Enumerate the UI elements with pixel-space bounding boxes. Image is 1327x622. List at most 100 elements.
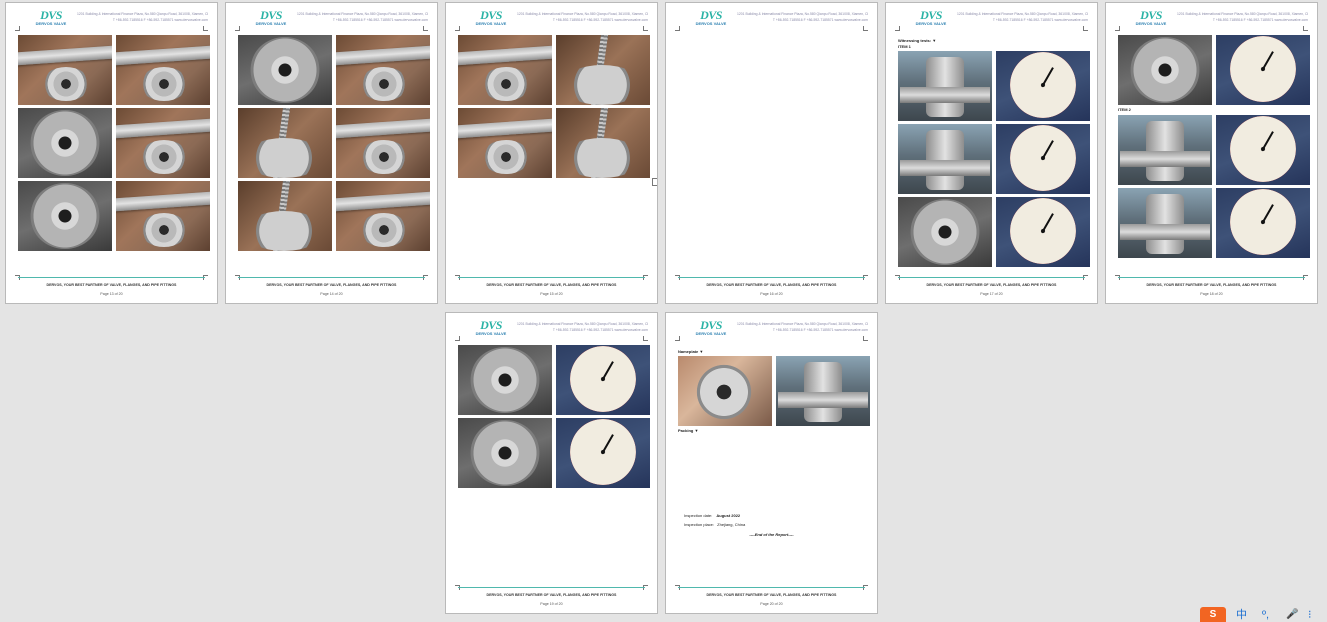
company-logo: DVS DERVOS VALVE <box>691 8 731 26</box>
pressure-gauge-photo <box>996 197 1090 267</box>
document-page[interactable]: DVS DERVOS VALVE 1201 Building & Interna… <box>5 2 218 304</box>
company-logo: DVS DERVOS VALVE <box>911 8 951 26</box>
inspection-photo <box>556 35 650 105</box>
item-label: ITEM 1 <box>898 44 911 49</box>
ime-language-toggle[interactable]: 中 <box>1236 608 1247 622</box>
section-heading: Nameplate ▼ <box>678 349 704 354</box>
margin-corner-mark <box>455 336 460 341</box>
page-number: Page 14 of 20 <box>320 292 343 296</box>
margin-corner-mark <box>235 26 240 31</box>
nameplate-photo <box>776 356 870 426</box>
ime-microphone-icon[interactable]: 🎤 <box>1286 608 1298 622</box>
page-number: Page 18 of 20 <box>1200 292 1223 296</box>
logo-mark: DVS <box>1140 8 1162 22</box>
footer-rule <box>18 277 205 278</box>
inspection-photo <box>18 108 112 178</box>
inspection-photo <box>458 35 552 105</box>
item-label: ITEM 2 <box>1118 107 1131 112</box>
margin-corner-mark <box>863 336 868 341</box>
page-number: Page 16 of 20 <box>760 292 783 296</box>
page-header: DVS DERVOS VALVE 1201 Building & Interna… <box>15 8 208 30</box>
margin-corner-mark <box>643 336 648 341</box>
logo-mark: DVS <box>920 8 942 22</box>
logo-subtitle: DERVOS VALVE <box>915 21 947 26</box>
document-page[interactable]: DVS DERVOS VALVE 1201 Building & Interna… <box>885 2 1098 304</box>
inspection-photo <box>238 35 332 105</box>
header-address: 1201 Building & International Finance Pl… <box>737 11 868 23</box>
margin-corner-mark <box>1303 26 1308 31</box>
page-header: DVS DERVOS VALVE 1201 Building & Interna… <box>675 8 868 30</box>
footer-text: DERVOS, YOUR BEST PARTNER OF VALVE, FLAN… <box>46 283 177 287</box>
pressure-gauge-photo <box>1216 115 1310 185</box>
header-contact-line: T +86-592-7185516 F +86-592-7185571 www.… <box>1212 18 1308 22</box>
end-of-report: ----End of the Report---- <box>749 532 794 537</box>
ime-more-icon[interactable]: ⁝ <box>1308 608 1312 622</box>
header-address: 1201 Building & International Finance Pl… <box>297 11 428 23</box>
section-heading: Witnessing tests: ▼ <box>898 38 937 43</box>
logo-mark: DVS <box>40 8 62 22</box>
page-number: Page 13 of 20 <box>100 292 123 296</box>
inspection-place-label: Inspection place: <box>684 522 715 527</box>
margin-corner-mark <box>675 26 680 31</box>
margin-corner-mark <box>1115 26 1120 31</box>
inspection-photo <box>556 108 650 178</box>
page-number: Page 15 of 20 <box>540 292 563 296</box>
company-logo: DVS DERVOS VALVE <box>1131 8 1171 26</box>
company-logo: DVS DERVOS VALVE <box>471 8 511 26</box>
footer-rule <box>238 277 425 278</box>
header-contact-line: T +86-592-7185516 F +86-592-7185571 www.… <box>552 18 648 22</box>
pressure-gauge-photo <box>556 345 650 415</box>
ime-toolbar[interactable]: S 中 º, 🎤 ⁝ <box>1200 604 1327 622</box>
header-contact-line: T +86-592-7185516 F +86-592-7185571 www.… <box>552 328 648 332</box>
inspection-date-label: Inspection date: <box>684 513 713 518</box>
inspection-photo <box>898 124 992 194</box>
header-contact-line: T +86-592-7185516 F +86-592-7185571 www.… <box>112 18 208 22</box>
logo-mark: DVS <box>700 8 722 22</box>
header-address: 1201 Building & International Finance Pl… <box>517 11 648 23</box>
margin-corner-mark <box>863 26 868 31</box>
footer-text: DERVOS, YOUR BEST PARTNER OF VALVE, FLAN… <box>926 283 1057 287</box>
margin-corner-mark <box>455 26 460 31</box>
document-page[interactable]: DVS DERVOS VALVE 1201 Building & Interna… <box>445 2 658 304</box>
company-logo: DVS DERVOS VALVE <box>31 8 71 26</box>
footer-text: DERVOS, YOUR BEST PARTNER OF VALVE, FLAN… <box>706 283 837 287</box>
margin-corner-mark <box>1083 26 1088 31</box>
page-header: DVS DERVOS VALVE 1201 Building & Interna… <box>895 8 1088 30</box>
document-page[interactable]: DVS DERVOS VALVE 1201 Building & Interna… <box>445 312 658 614</box>
margin-corner-mark <box>15 26 20 31</box>
inspection-photo <box>116 181 210 251</box>
logo-mark: DVS <box>480 8 502 22</box>
document-page[interactable]: DVS DERVOS VALVE 1201 Building & Interna… <box>665 312 878 614</box>
text-cursor-anchor <box>652 178 657 186</box>
inspection-photo <box>458 108 552 178</box>
ime-punctuation-toggle[interactable]: º, <box>1262 608 1269 622</box>
inspection-photo <box>336 35 430 105</box>
inspection-photo <box>1118 115 1212 185</box>
pressure-gauge-photo <box>556 418 650 488</box>
header-address: 1201 Building & International Finance Pl… <box>1177 11 1308 23</box>
document-page[interactable]: DVS DERVOS VALVE 1201 Building & Interna… <box>1105 2 1318 304</box>
inspection-photo <box>1118 188 1212 258</box>
footer-text: DERVOS, YOUR BEST PARTNER OF VALVE, FLAN… <box>706 593 837 597</box>
logo-subtitle: DERVOS VALVE <box>475 21 507 26</box>
header-contact-line: T +86-592-7185516 F +86-592-7185571 www.… <box>772 328 868 332</box>
logo-subtitle: DERVOS VALVE <box>255 21 287 26</box>
company-logo: DVS DERVOS VALVE <box>251 9 291 26</box>
inspection-photo <box>238 181 332 251</box>
margin-corner-mark <box>675 336 680 341</box>
logo-mark: DVS <box>700 318 722 332</box>
inspection-photo <box>238 108 332 178</box>
margin-corner-mark <box>423 26 428 31</box>
inspection-photo <box>1118 35 1212 105</box>
ime-logo-icon[interactable]: S <box>1200 607 1226 622</box>
footer-rule <box>458 277 645 278</box>
logo-subtitle: DERVOS VALVE <box>475 331 507 336</box>
inspection-photo <box>898 197 992 267</box>
footer-rule <box>1118 277 1305 278</box>
footer-text: DERVOS, YOUR BEST PARTNER OF VALVE, FLAN… <box>266 283 397 287</box>
header-address: 1201 Building & International Finance Pl… <box>517 321 648 333</box>
document-page[interactable]: DVS DERVOS VALVE 1201 Building & Interna… <box>665 2 878 304</box>
footer-text: DERVOS, YOUR BEST PARTNER OF VALVE, FLAN… <box>486 283 617 287</box>
nameplate-photo <box>678 356 772 426</box>
document-page[interactable]: DVS DERVOS VALVE 1201 Building & Interna… <box>225 2 438 304</box>
